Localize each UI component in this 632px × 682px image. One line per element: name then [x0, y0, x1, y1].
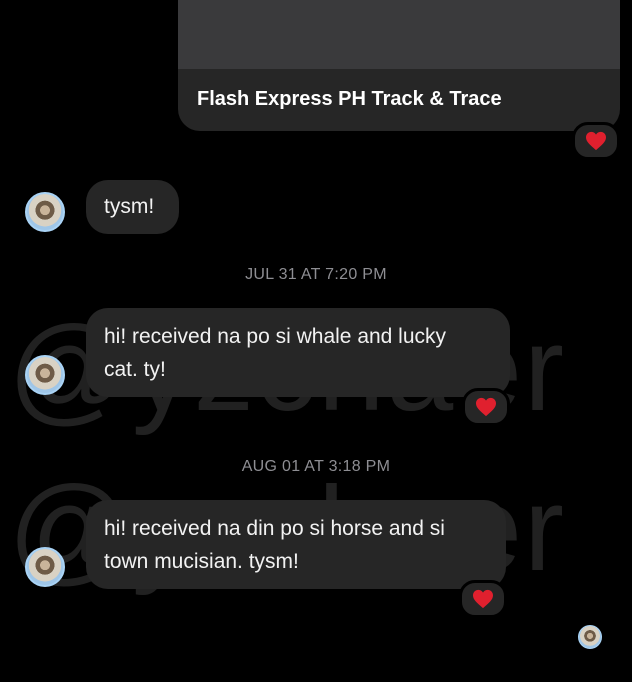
message-text-line: hi! received na din po si horse and si — [104, 517, 445, 540]
heart-reaction[interactable] — [462, 388, 510, 426]
message-text-line: cat. ty! — [104, 358, 166, 381]
message-bubble[interactable]: tysm! — [86, 180, 179, 234]
shared-link-card[interactable]: Flash Express PH Track & Trace — [178, 0, 620, 131]
message-text-line: hi! received na po si whale and lucky — [104, 325, 447, 348]
heart-icon — [473, 589, 493, 609]
message-bubble[interactable]: hi! received na po si whale and lucky ca… — [86, 308, 510, 397]
heart-icon — [476, 397, 496, 417]
message-text: tysm! — [104, 195, 155, 218]
heart-icon — [586, 131, 606, 151]
avatar[interactable] — [25, 547, 65, 587]
message-text-line: town mucisian. tysm! — [104, 550, 299, 573]
timestamp: AUG 01 AT 3:18 PM — [241, 458, 391, 475]
link-preview-image — [178, 0, 620, 69]
avatar[interactable] — [25, 192, 65, 232]
heart-reaction[interactable] — [459, 580, 507, 618]
heart-reaction[interactable] — [572, 122, 620, 160]
message-bubble[interactable]: hi! received na din po si horse and si t… — [86, 500, 506, 589]
timestamp: JUL 31 AT 7:20 PM — [245, 266, 387, 283]
seen-avatar — [578, 625, 602, 649]
avatar[interactable] — [25, 355, 65, 395]
link-title: Flash Express PH Track & Trace — [197, 88, 502, 110]
